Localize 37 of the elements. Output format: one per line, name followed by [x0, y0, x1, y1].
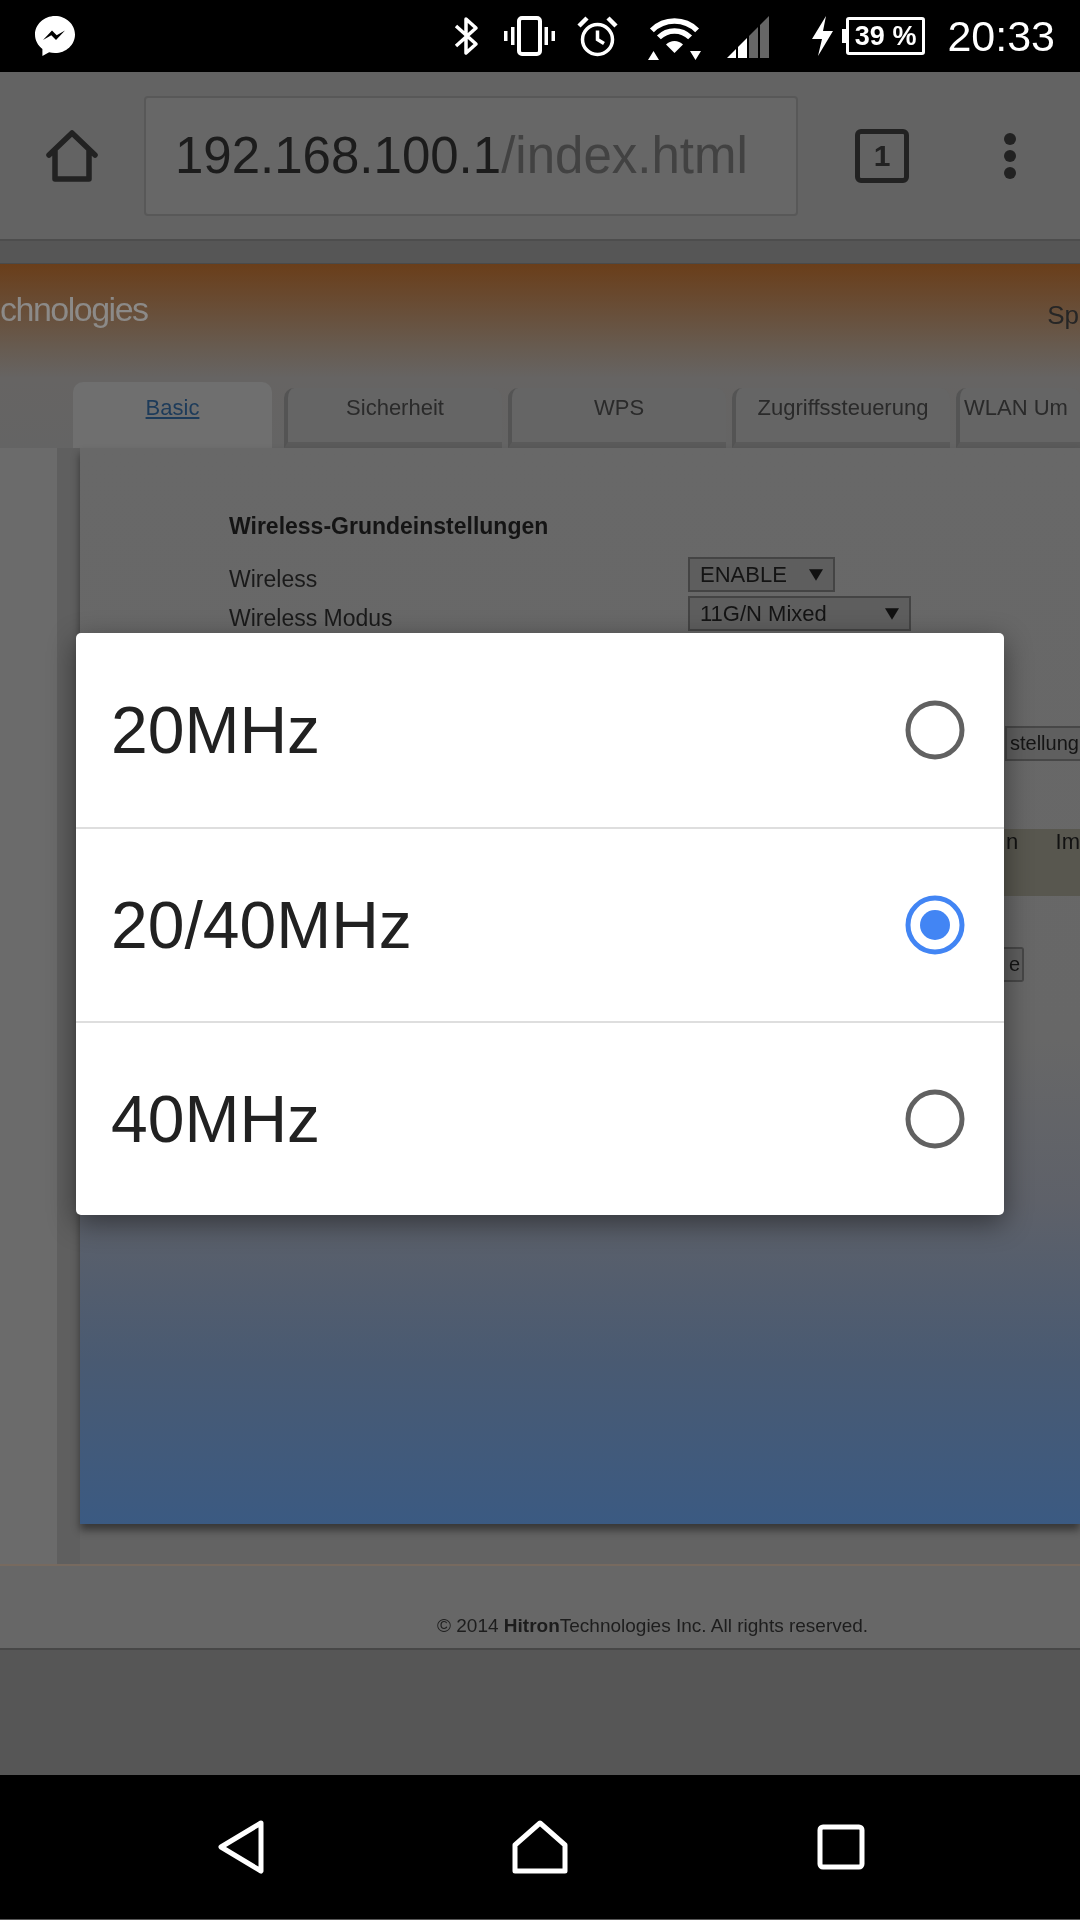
caret-icon: [809, 568, 823, 581]
field-label: Wireless: [229, 565, 319, 594]
menu-icon[interactable]: [1003, 132, 1017, 179]
logo-text: chnologies: [0, 290, 148, 329]
option-item[interactable]: 20/40MHz: [76, 827, 1004, 1021]
radio-button[interactable]: [905, 700, 965, 760]
radio-button[interactable]: [905, 895, 965, 955]
recent-apps-icon[interactable]: [817, 1824, 865, 1870]
clock-time: 20:33: [947, 11, 1055, 61]
signal-icon: [726, 14, 770, 58]
option-item[interactable]: 20MHz: [76, 633, 1004, 827]
caret-icon: [885, 607, 899, 620]
column-header: n: [1006, 829, 1019, 855]
tab-switcher-button[interactable]: 1: [855, 128, 909, 183]
column-header: Im: [1055, 829, 1080, 855]
tab[interactable]: Basic: [73, 382, 272, 448]
select-field[interactable]: ENABLE: [688, 557, 835, 592]
header-link[interactable]: Sp: [1047, 300, 1079, 331]
charging-bolt-icon: [809, 16, 835, 56]
copyright-text: © 2014 HitronTechnologies Inc. All rights reserved.: [437, 1615, 869, 1637]
page-button[interactable]: e: [1004, 947, 1024, 982]
battery-indicator: 39 %: [841, 17, 926, 55]
back-icon[interactable]: [216, 1819, 266, 1875]
vibrate-icon: [501, 14, 557, 58]
tab[interactable]: Sicherheit: [284, 388, 502, 448]
home-icon[interactable]: [511, 1819, 569, 1875]
tab[interactable]: WLAN Um: [956, 388, 1080, 448]
option-item[interactable]: 40MHz: [76, 1021, 1004, 1215]
select-field[interactable]: 11G/N Mixed: [688, 596, 911, 631]
field-label: Wireless Modus: [229, 604, 394, 633]
section-title: Wireless-Grundeinstellungen: [229, 512, 550, 541]
select-field[interactable]: stellung: [1005, 726, 1080, 761]
alarm-clock-icon: [575, 14, 619, 58]
tab[interactable]: WPS: [508, 388, 726, 448]
tab[interactable]: Zugriffssteuerung: [732, 388, 950, 448]
radio-button[interactable]: [905, 1089, 965, 1149]
messenger-icon: [33, 14, 77, 58]
